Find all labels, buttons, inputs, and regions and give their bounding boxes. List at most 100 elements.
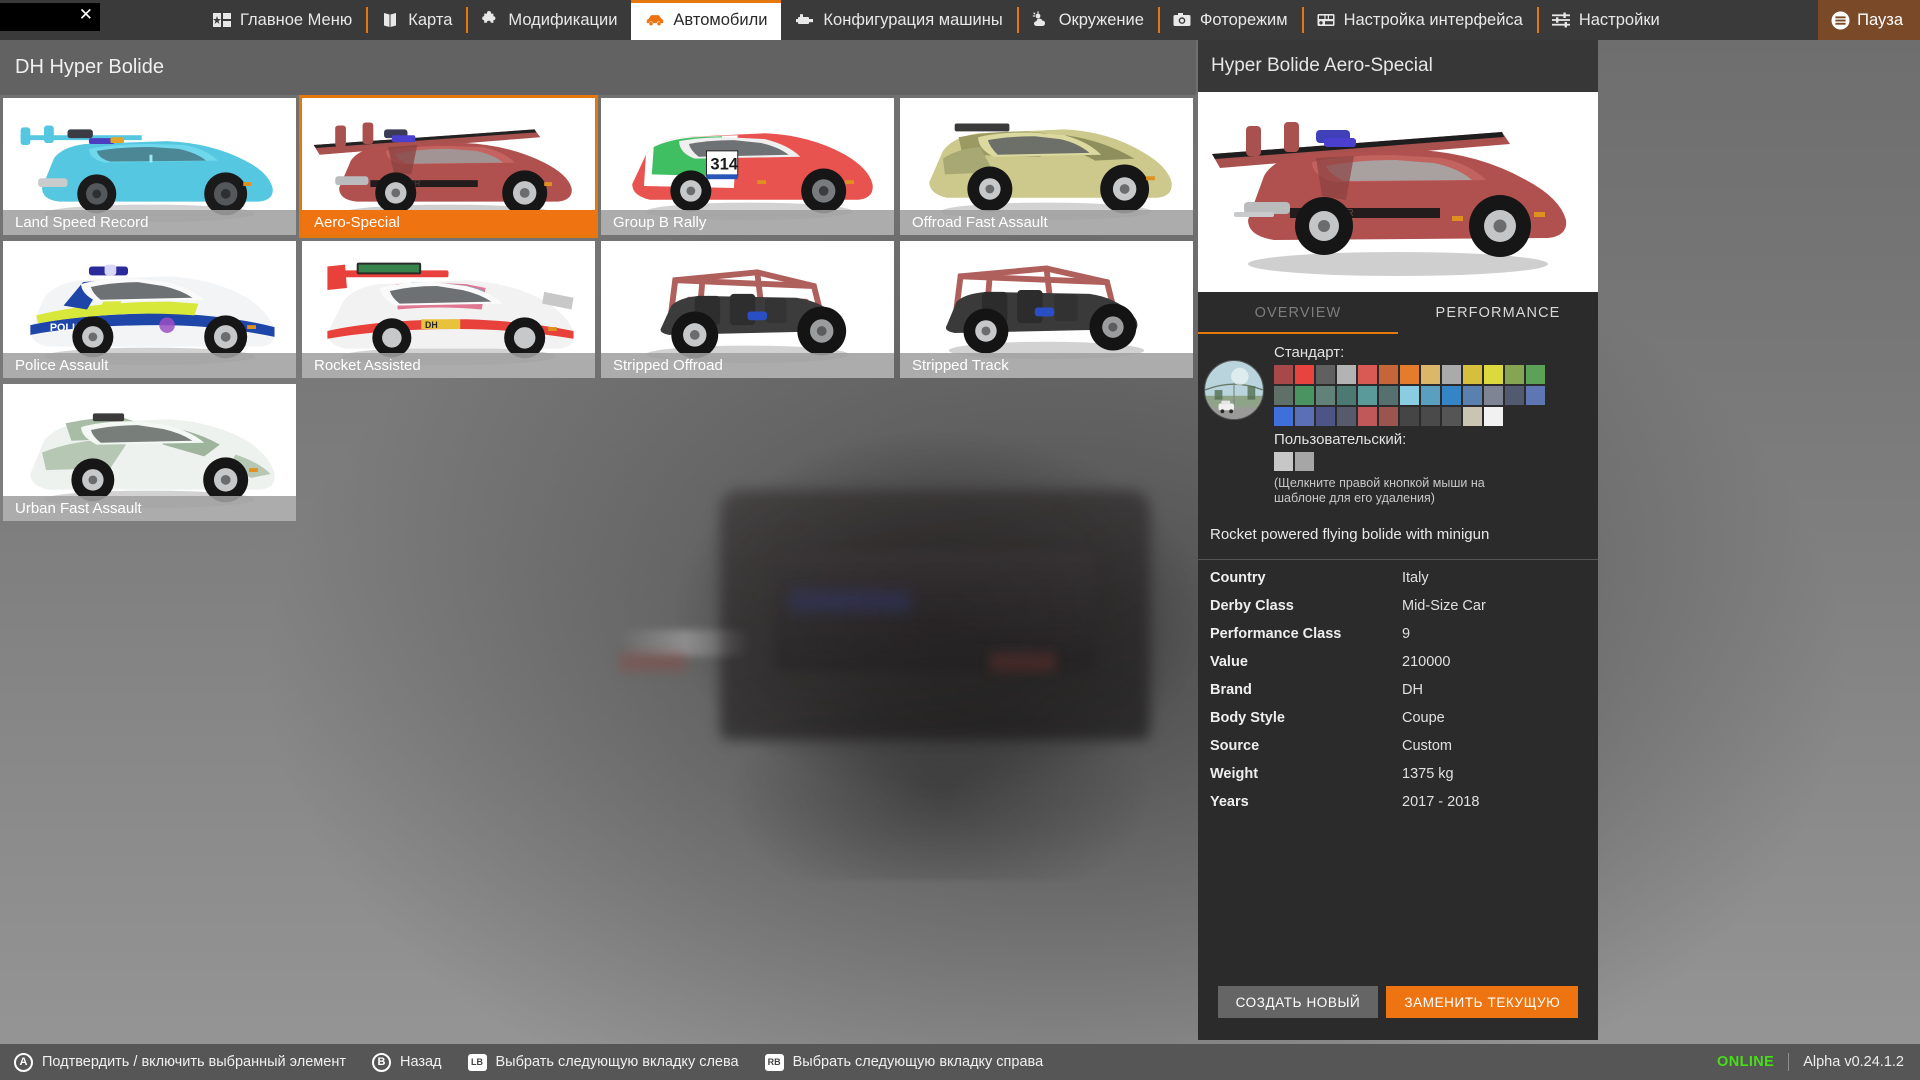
tile-inner: Urban Fast Assault — [3, 384, 296, 521]
button-b-icon: B — [371, 1052, 391, 1072]
nav-item-mods[interactable]: Модификации — [466, 0, 631, 40]
spec-value: Custom — [1402, 738, 1452, 754]
spec-key: Brand — [1210, 682, 1252, 698]
standard-color-swatch[interactable] — [1358, 407, 1377, 426]
page-title: DH Hyper Bolide — [15, 56, 164, 78]
close-icon[interactable]: ✕ — [79, 5, 93, 25]
spec-value: Italy — [1402, 570, 1429, 586]
svg-text:314: 314 — [710, 154, 738, 173]
custom-color-swatch[interactable] — [1274, 452, 1293, 471]
engine-icon — [795, 11, 815, 29]
spec-key: Country — [1210, 570, 1266, 586]
create-new-button[interactable]: СОЗДАТЬ НОВЫЙ — [1217, 986, 1379, 1018]
nav-item-ui-settings-label: Настройка интерфейса — [1343, 10, 1523, 29]
vehicle-tile-label: Aero-Special — [302, 210, 595, 235]
standard-color-swatch[interactable] — [1379, 365, 1398, 384]
spec-value: DH — [1402, 682, 1423, 698]
tile-inner: DH Rocket Assisted — [302, 241, 595, 378]
spec-row: Body Style Coupe — [1198, 704, 1598, 732]
spec-row: Value 210000 — [1198, 648, 1598, 676]
nav-items-container: Главное Меню Карта Модификации Автомобил… — [198, 0, 1674, 40]
standard-color-swatch[interactable] — [1295, 386, 1314, 405]
standard-color-swatch[interactable] — [1337, 407, 1356, 426]
standard-color-swatch[interactable] — [1442, 407, 1461, 426]
vehicle-tile-stripped-track[interactable]: Stripped Track — [897, 238, 1196, 381]
standard-color-swatch[interactable] — [1442, 386, 1461, 405]
spec-value: Mid-Size Car — [1402, 598, 1486, 614]
game-ui-root: Главное Меню Карта Модификации Автомобил… — [0, 0, 1920, 1080]
standard-color-swatch[interactable] — [1400, 386, 1419, 405]
standard-color-swatch[interactable] — [1505, 386, 1524, 405]
vehicle-tile-aero-special[interactable]: DH HYPER Aero-Special — [299, 95, 598, 238]
nav-item-ui-settings[interactable]: Настройка интерфейса — [1301, 0, 1537, 40]
vehicle-tile-label: Rocket Assisted — [302, 353, 595, 378]
pause-menu-icon — [1831, 11, 1850, 30]
nav-item-vehicle-config[interactable]: Конфигурация машины — [781, 0, 1016, 40]
pause-button[interactable]: Пауза — [1818, 0, 1920, 40]
standard-color-swatch[interactable] — [1421, 407, 1440, 426]
standard-color-swatch[interactable] — [1274, 386, 1293, 405]
spec-key: Weight — [1210, 766, 1259, 782]
standard-color-row — [1274, 407, 1588, 426]
status-divider — [1788, 1053, 1790, 1071]
standard-color-swatch[interactable] — [1295, 407, 1314, 426]
standard-color-swatch[interactable] — [1358, 386, 1377, 405]
vehicle-tile-rocket-assisted[interactable]: DH Rocket Assisted — [299, 238, 598, 381]
standard-color-swatch[interactable] — [1316, 365, 1335, 384]
vehicle-tile-label: Stripped Track — [900, 353, 1193, 378]
tile-inner: Offroad Fast Assault — [900, 98, 1193, 235]
standard-color-swatch[interactable] — [1526, 365, 1545, 384]
color-picker-section: Стандарт: Пользовательский: (Щелкните пр… — [1198, 334, 1598, 512]
standard-color-swatch[interactable] — [1379, 386, 1398, 405]
tab-performance[interactable]: PERFORMANCE — [1398, 292, 1598, 334]
replace-current-button[interactable]: ЗАМЕНИТЬ ТЕКУЩУЮ — [1386, 986, 1579, 1018]
weather-icon — [1031, 11, 1051, 29]
custom-color-swatch[interactable] — [1295, 452, 1314, 471]
standard-color-swatch[interactable] — [1463, 407, 1482, 426]
standard-color-swatch[interactable] — [1421, 386, 1440, 405]
standard-color-swatch[interactable] — [1484, 365, 1503, 384]
standard-color-swatch[interactable] — [1421, 365, 1440, 384]
top-navigation-bar: Главное Меню Карта Модификации Автомобил… — [0, 0, 1920, 40]
nav-item-main-menu[interactable]: Главное Меню — [198, 0, 366, 40]
vehicle-config-grid: Land Speed Record Aero-Special 314 Group… — [0, 95, 1196, 524]
vehicle-tile-police-assault[interactable]: POLICE Police Assault — [0, 238, 299, 381]
vehicle-tile-group-b-rally[interactable]: 314 Group B Rally — [598, 95, 897, 238]
standard-color-row — [1274, 365, 1588, 384]
vehicle-tile-stripped-offroad[interactable]: Stripped Offroad — [598, 238, 897, 381]
standard-color-swatch[interactable] — [1484, 386, 1503, 405]
spec-row: Performance Class 9 — [1198, 620, 1598, 648]
standard-color-swatch[interactable] — [1400, 407, 1419, 426]
vehicle-tile-urban-fast-assault[interactable]: Urban Fast Assault — [0, 381, 299, 524]
nav-item-map[interactable]: Карта — [366, 0, 466, 40]
standard-color-swatch[interactable] — [1484, 407, 1503, 426]
svg-text:DH: DH — [425, 320, 438, 330]
standard-color-swatch[interactable] — [1295, 365, 1314, 384]
spec-row: Years 2017 - 2018 — [1198, 788, 1598, 816]
standard-color-swatch[interactable] — [1379, 407, 1398, 426]
vehicle-tile-offroad-fast-assault[interactable]: Offroad Fast Assault — [897, 95, 1196, 238]
standard-color-swatch[interactable] — [1505, 365, 1524, 384]
nav-item-map-label: Карта — [408, 10, 453, 29]
spec-key: Derby Class — [1210, 598, 1294, 614]
standard-color-swatch[interactable] — [1463, 365, 1482, 384]
nav-item-photo-mode[interactable]: Фоторежим — [1157, 0, 1302, 40]
standard-color-swatch[interactable] — [1337, 386, 1356, 405]
nav-item-settings[interactable]: Настройки — [1536, 0, 1674, 40]
standard-color-swatch[interactable] — [1358, 365, 1377, 384]
environment-preview-thumbnail[interactable] — [1204, 360, 1264, 420]
standard-color-swatch[interactable] — [1316, 386, 1335, 405]
vehicle-tile-land-speed-record[interactable]: Land Speed Record — [0, 95, 299, 238]
standard-color-swatch[interactable] — [1274, 365, 1293, 384]
standard-color-swatch[interactable] — [1316, 407, 1335, 426]
standard-color-swatch[interactable] — [1442, 365, 1461, 384]
standard-color-swatch[interactable] — [1274, 407, 1293, 426]
standard-color-swatch[interactable] — [1337, 365, 1356, 384]
standard-color-swatch[interactable] — [1463, 386, 1482, 405]
standard-color-swatch[interactable] — [1400, 365, 1419, 384]
nav-item-vehicles[interactable]: Автомобили — [631, 0, 782, 40]
nav-item-environment[interactable]: Окружение — [1016, 0, 1158, 40]
tab-overview[interactable]: OVERVIEW — [1198, 292, 1398, 334]
standard-color-swatch[interactable] — [1526, 386, 1545, 405]
spec-row: Source Custom — [1198, 732, 1598, 760]
